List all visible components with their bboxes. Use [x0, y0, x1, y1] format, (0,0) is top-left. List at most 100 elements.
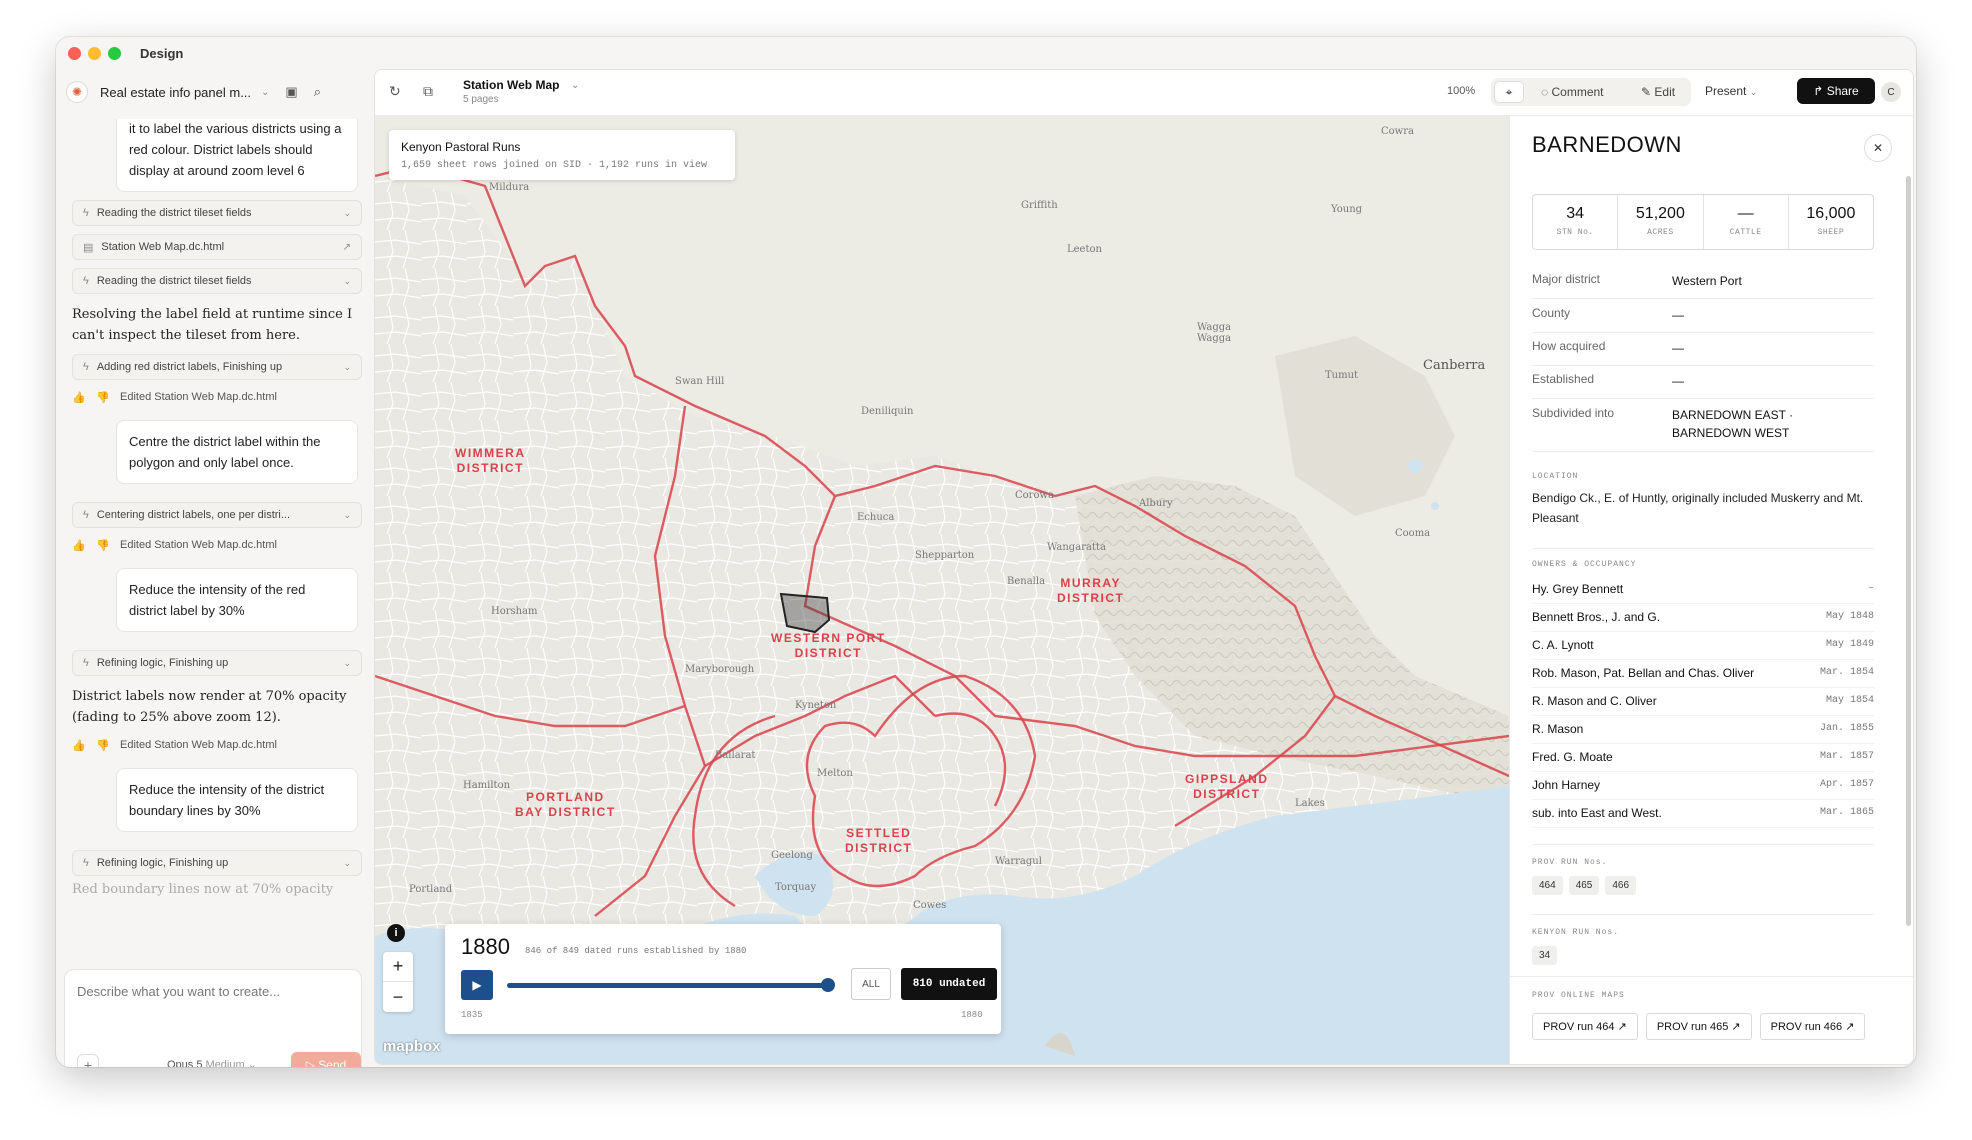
canvas-area: ↻ ⧉ Station Web Map ⌄ 5 pages 100% ⌖ ◌ C…	[374, 69, 1914, 1065]
add-attachment-button[interactable]: +	[77, 1054, 99, 1067]
tool-step[interactable]: ϟ Reading the district tileset fields ⌄	[72, 200, 362, 226]
stat-cell: 34 STN No.	[1533, 195, 1619, 249]
bolt-icon: ϟ	[83, 857, 89, 869]
app-logo-icon[interactable]: ✺	[66, 81, 88, 103]
select-tool-button[interactable]: ⌖	[1494, 81, 1524, 103]
undated-button[interactable]: 810 undated	[901, 968, 997, 1000]
place-label: Lakes	[1295, 798, 1325, 809]
district-name: PORTLAND	[526, 790, 605, 804]
prompt-input[interactable]: Describe what you want to create...	[77, 984, 280, 999]
owner-date: Mar. 1854	[1819, 667, 1874, 678]
zoom-in-button[interactable]: +	[383, 952, 413, 982]
close-window-button[interactable]	[68, 47, 81, 60]
model-effort: Medium	[205, 1059, 245, 1067]
district-name: SETTLED	[846, 826, 912, 840]
place-label: Tumut	[1325, 370, 1359, 381]
place-label: Leeton	[1067, 244, 1102, 255]
owner-date: –	[1867, 583, 1874, 594]
edit-mode-button[interactable]: ✎ Edit	[1641, 85, 1675, 99]
chevron-down-icon: ⌄	[343, 361, 351, 372]
avatar[interactable]: C	[1881, 82, 1901, 102]
owner-row: Rob. Mason, Pat. Bellan and Chas. Oliver…	[1532, 660, 1874, 688]
user-message: Centre the district label within the pol…	[116, 420, 358, 484]
model-selector[interactable]: Opus 5 Medium ⌄	[167, 1058, 257, 1067]
comment-mode-button[interactable]: ◌ Comment	[1541, 85, 1604, 99]
owner-row: Bennett Bros., J. and G. May 1848	[1532, 604, 1874, 632]
tool-step[interactable]: ϟ Reading the district tileset fields ⌄	[72, 268, 362, 294]
kenyon-run-badge: 34	[1532, 946, 1558, 965]
field-value: —	[1672, 374, 1684, 388]
place-label: Horsham	[491, 606, 538, 617]
tool-step[interactable]: ϟ Refining logic, Finishing up ⌄	[72, 650, 362, 676]
share-label: Share	[1826, 84, 1859, 98]
owner-row: C. A. Lynott May 1849	[1532, 632, 1874, 660]
timeline-slider-handle[interactable]	[821, 978, 835, 992]
present-button[interactable]: Present ⌄	[1705, 84, 1757, 98]
tool-step[interactable]: ϟ Refining logic, Finishing up ⌄	[72, 850, 362, 876]
thumbs-down-icon[interactable]: 👎	[96, 391, 110, 404]
thumbs-down-icon[interactable]: 👎	[96, 539, 110, 552]
owner-date: May 1849	[1825, 639, 1874, 650]
prov-map-link[interactable]: PROV run 464 ↗	[1532, 1013, 1638, 1040]
field-row: How acquired —	[1532, 339, 1874, 366]
zoom-out-button[interactable]: −	[383, 982, 413, 1012]
prov-run-badge: 465	[1568, 876, 1600, 895]
file-reference[interactable]: ▤ Station Web Map.dc.html ↗	[72, 234, 362, 260]
bolt-icon: ϟ	[83, 207, 89, 219]
map-view[interactable]: Kenyon Pastoral Runs 1,659 sheet rows jo…	[375, 116, 1509, 1064]
assistant-message: Red boundary lines now at 70% opacity	[72, 882, 334, 897]
share-button[interactable]: ↱ Share	[1797, 78, 1875, 104]
stat-value: 34	[1566, 205, 1585, 222]
document-title[interactable]: Station Web Map	[463, 78, 559, 92]
play-icon: ▶	[472, 978, 482, 992]
owner-date: Mar. 1857	[1819, 751, 1874, 762]
thumbs-up-icon[interactable]: 👍	[72, 391, 86, 404]
owner-date: Apr. 1857	[1819, 779, 1874, 790]
thumbs-up-icon[interactable]: 👍	[72, 739, 86, 752]
field-row: Established —	[1532, 372, 1874, 399]
info-icon[interactable]: i	[387, 924, 405, 942]
stat-label: ACRES	[1647, 228, 1674, 237]
message-list[interactable]: it to label the various districts using …	[72, 119, 362, 929]
play-button[interactable]: ▶	[461, 970, 493, 1000]
timeline-slider[interactable]	[507, 983, 827, 988]
tool-step[interactable]: ϟ Centering district labels, one per dist…	[72, 502, 362, 528]
project-title[interactable]: Real estate info panel m...	[100, 85, 251, 100]
edit-notice-label: Edited Station Web Map.dc.html	[120, 539, 277, 551]
chat-panel: ✺ Real estate info panel m... ⌄ ▣ ⌕ it t…	[56, 69, 370, 1067]
thumbs-up-icon[interactable]: 👍	[72, 539, 86, 552]
place-label: Benalla	[1007, 576, 1046, 587]
thumbs-down-icon[interactable]: 👎	[96, 739, 110, 752]
close-panel-button[interactable]: ✕	[1864, 134, 1892, 162]
bolt-icon: ϟ	[83, 657, 89, 669]
owner-row: Fred. G. Moate Mar. 1857	[1532, 744, 1874, 772]
send-button[interactable]: ▷ Send	[291, 1052, 361, 1067]
field-row: Major district Western Port	[1532, 272, 1874, 299]
search-icon[interactable]: ⌕	[314, 84, 321, 100]
composer: Describe what you want to create... + Op…	[64, 969, 362, 1067]
all-button[interactable]: ALL	[851, 968, 891, 1000]
mapbox-logo[interactable]: mapbox	[383, 1038, 441, 1055]
zoom-level[interactable]: 100%	[1447, 85, 1475, 97]
district-label-western-port: WESTERN PORT DISTRICT	[771, 631, 886, 661]
title-bar: Design	[56, 37, 1916, 69]
owner-name: Hy. Grey Bennett	[1532, 582, 1624, 596]
minimize-window-button[interactable]	[88, 47, 101, 60]
model-name: Opus 5	[167, 1059, 203, 1067]
reload-icon[interactable]: ↻	[389, 83, 401, 100]
timeline-start-year: 1835	[461, 1010, 483, 1020]
prov-map-link[interactable]: PROV run 465 ↗	[1645, 1013, 1752, 1040]
chevron-down-icon[interactable]: ⌄	[571, 80, 579, 91]
district-suffix: DISTRICT	[794, 646, 862, 660]
prov-map-link[interactable]: PROV run 466 ↗	[1759, 1013, 1866, 1040]
chevron-down-icon[interactable]: ⌄	[261, 87, 269, 98]
tool-step[interactable]: ϟ Adding red district labels, Finishing u…	[72, 354, 362, 380]
pages-icon[interactable]: ⧉	[423, 83, 433, 100]
stat-value: —	[1737, 205, 1754, 222]
file-icon: ▤	[83, 241, 94, 254]
stat-value: 51,200	[1635, 205, 1685, 222]
panel-scrollbar[interactable]	[1906, 176, 1911, 926]
place-label: Wangaratta	[1047, 542, 1106, 553]
zoom-window-button[interactable]	[108, 47, 121, 60]
sidebar-toggle-icon[interactable]: ▣	[285, 84, 297, 100]
